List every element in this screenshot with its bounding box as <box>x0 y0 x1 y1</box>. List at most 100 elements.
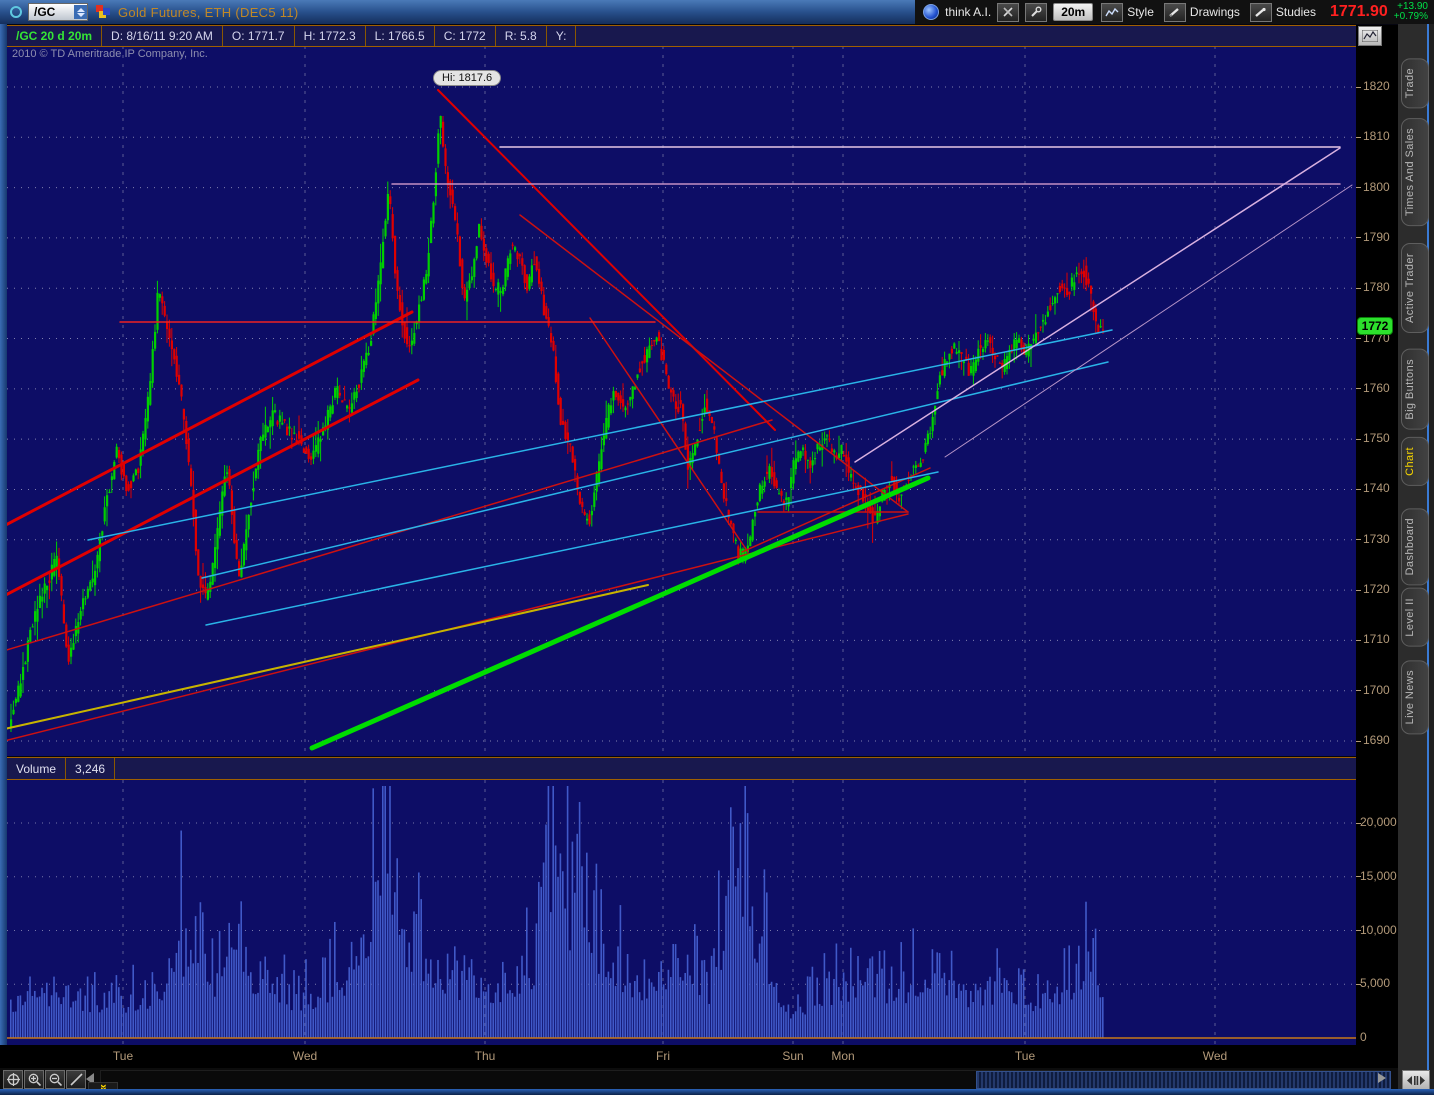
zoom-in-icon <box>28 1073 41 1086</box>
thinkorswim-window: /GC Gold Futures, ETH (DEC5 11) think A.… <box>0 0 1434 1095</box>
sidebar-tab-chart[interactable]: Chart <box>1401 437 1429 486</box>
volume-label: Volume <box>7 758 66 779</box>
last-price-badge: 1772 <box>1357 317 1393 335</box>
symbol-value[interactable]: /GC <box>29 5 74 19</box>
price-tick-label: 1800 <box>1363 180 1390 194</box>
date-label: Sun <box>782 1049 803 1063</box>
drawings-button[interactable]: Drawings <box>1162 3 1242 22</box>
zoom-in-button[interactable] <box>24 1070 44 1089</box>
price-tick-label: 1760 <box>1363 381 1390 395</box>
price-tick-label: 1700 <box>1363 683 1390 697</box>
price-tick <box>1356 187 1361 188</box>
line-tool-button[interactable] <box>66 1070 86 1089</box>
trendline[interactable] <box>520 215 908 512</box>
price-tick <box>1356 741 1361 742</box>
style-label: Style <box>1127 5 1154 19</box>
ohlc-infobar: /GC 20 d 20mD: 8/16/11 9:20 AMO: 1771.7H… <box>7 25 1356 47</box>
price-change: +13.90 +0.79% <box>1394 2 1428 22</box>
timeframe-button[interactable]: 20m <box>1053 3 1093 21</box>
crosshair-tool-button[interactable] <box>3 1070 23 1089</box>
sidebar-tab-dashboard[interactable]: Dashboard <box>1401 508 1429 585</box>
date-label: Fri <box>656 1049 670 1063</box>
volume-bars <box>10 786 1104 1038</box>
price-tick <box>1356 489 1361 490</box>
chart-style-icon <box>1101 3 1123 22</box>
price-tick <box>1356 439 1361 440</box>
mini-chart-button[interactable] <box>1358 26 1382 46</box>
copyright-text: 2010 © TD Ameritrade IP Company, Inc. <box>12 48 208 60</box>
date-label: Wed <box>1203 1049 1227 1063</box>
titlebar: /GC Gold Futures, ETH (DEC5 11) think A.… <box>0 0 1434 24</box>
bottom-toolbar: » <box>0 1068 1398 1090</box>
price-tick-label: 1780 <box>1363 280 1390 294</box>
price-tick-label: 1740 <box>1363 481 1390 495</box>
trendline[interactable] <box>742 468 930 552</box>
trendline[interactable] <box>88 330 1112 540</box>
volume-value: 3,246 <box>66 758 115 779</box>
date-axis: TueWedThuFriSunMonTueWed <box>0 1045 1398 1068</box>
sidebar-tab-big-buttons[interactable]: Big Buttons <box>1401 349 1429 430</box>
symbol-interval-cell: /GC 20 d 20m <box>7 26 102 46</box>
date-label: Thu <box>475 1049 496 1063</box>
trendline[interactable] <box>7 312 412 528</box>
instrument-title: Gold Futures, ETH (DEC5 11) <box>118 5 299 20</box>
price-tick <box>1356 690 1361 691</box>
trendline[interactable] <box>945 185 1352 457</box>
window-frame-left <box>0 0 7 1095</box>
style-button[interactable]: Style <box>1099 3 1156 22</box>
link-indicator-icon <box>10 6 22 18</box>
horizontal-resize-icon <box>1407 1075 1425 1086</box>
volume-header: Volume 3,246 <box>7 757 1356 780</box>
think-ai-label[interactable]: think A.I. <box>945 5 991 19</box>
volume-plot[interactable] <box>7 780 1356 1045</box>
price-tick-label: 1820 <box>1363 79 1390 93</box>
price-tick <box>1356 338 1361 339</box>
horizontal-resize-button[interactable] <box>1402 1070 1430 1091</box>
pencil-icon <box>1164 3 1186 22</box>
trendline[interactable] <box>312 478 928 748</box>
trendline[interactable] <box>7 585 648 730</box>
price-tick-label: 1810 <box>1363 129 1390 143</box>
color-group-icon[interactable] <box>96 5 110 19</box>
price-tick <box>1356 288 1361 289</box>
titlebar-right-toolbar: think A.I. 20m Style <box>915 0 1434 24</box>
price-tick <box>1356 539 1361 540</box>
sidebar-tab-level-ii[interactable]: Level II <box>1401 588 1429 647</box>
studies-label: Studies <box>1276 5 1316 19</box>
ohlc-cell: L: 1766.5 <box>366 26 435 46</box>
volume-tick-label: 15,000 <box>1360 869 1397 883</box>
volume-tick-label: 5,000 <box>1360 976 1390 990</box>
drawings-label: Drawings <box>1190 5 1240 19</box>
scrollbar-thumb[interactable] <box>976 1071 1391 1089</box>
wrench-button[interactable] <box>1025 3 1047 22</box>
price-tick <box>1356 237 1361 238</box>
scroll-right-icon[interactable] <box>1378 1073 1386 1083</box>
date-label: Tue <box>1015 1049 1035 1063</box>
price-tick <box>1356 388 1361 389</box>
zoom-out-icon <box>49 1073 62 1086</box>
ohlc-cell: O: 1771.7 <box>223 26 295 46</box>
symbol-input[interactable]: /GC <box>28 3 88 21</box>
sidebar-tab-live-news[interactable]: Live News <box>1401 660 1429 734</box>
date-label: Mon <box>831 1049 854 1063</box>
tools-button[interactable] <box>997 3 1019 22</box>
wrench-icon <box>1030 6 1042 18</box>
change-percent: +0.79% <box>1394 12 1428 22</box>
price-tick-label: 1710 <box>1363 632 1390 646</box>
trendline[interactable] <box>855 148 1340 462</box>
price-tick-label: 1720 <box>1363 582 1390 596</box>
ohlc-cell: Y: <box>547 26 577 46</box>
zoom-out-button[interactable] <box>45 1070 65 1089</box>
time-scrollbar[interactable] <box>100 1070 1390 1090</box>
studies-button[interactable]: Studies <box>1248 3 1318 22</box>
high-annotation: Hi: 1817.6 <box>433 70 501 86</box>
price-tick <box>1356 137 1361 138</box>
tools-icon <box>1002 6 1014 18</box>
sidebar-edge <box>1429 24 1434 1095</box>
sidebar-tab-trade[interactable]: Trade <box>1401 58 1429 108</box>
sidebar-tab-times-and-sales[interactable]: Times And Sales <box>1401 118 1429 226</box>
sidebar-tab-active-trader[interactable]: Active Trader <box>1401 243 1429 333</box>
symbol-spinner[interactable] <box>74 5 87 19</box>
gadget-sidebar: Trade Times And Sales Active Trader Big But… <box>1398 24 1434 1095</box>
price-plot[interactable] <box>7 46 1356 756</box>
